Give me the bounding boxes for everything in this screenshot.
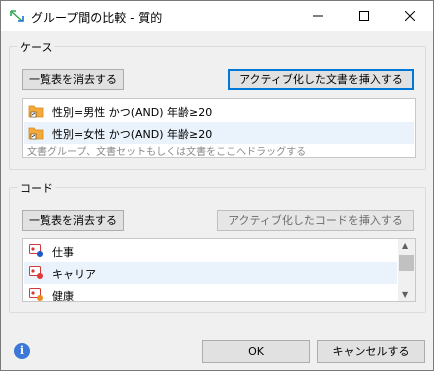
code-icon [29, 266, 43, 279]
minimize-button[interactable] [295, 1, 341, 31]
cases-legend: ケース [18, 39, 55, 55]
document-set-label: 性別=女性 かつ(AND) 年齢≥20 [52, 128, 213, 141]
list-item[interactable]: 仕事 [24, 240, 397, 262]
insert-activated-codes-button[interactable]: アクティブ化したコードを挿入する [217, 210, 414, 231]
maximize-icon [359, 11, 369, 21]
dialog-window: グループ間の比較 - 質的 ケース 一覧表を消去する アクティブ化した文書を挿入… [0, 0, 434, 371]
maximize-button[interactable] [341, 1, 387, 31]
list-item[interactable]: 性別=男性 かつ(AND) 年齢≥20 [24, 100, 414, 122]
codes-legend: コード [18, 180, 55, 196]
document-set-icon [28, 105, 44, 118]
cases-group: ケース 一覧表を消去する アクティブ化した文書を挿入する 性別=男性 かつ(AN… [9, 39, 426, 170]
list-item[interactable]: 健康 [24, 284, 397, 302]
drop-hint: 文書グループ、文書セットもしくは文書をここへドラッグする [27, 147, 307, 158]
clear-codes-button[interactable]: 一覧表を消去する [22, 210, 124, 231]
scroll-up-icon[interactable]: ▲ [402, 241, 408, 250]
close-icon [405, 11, 415, 21]
code-label: 健康 [52, 290, 74, 302]
document-set-label: 性別=男性 かつ(AND) 年齢≥20 [52, 106, 213, 119]
codes-list[interactable]: 仕事 キャリア 健康 ▲ ▼ [22, 238, 416, 302]
window-title: グループ間の比較 - 質的 [31, 11, 163, 25]
scroll-down-icon[interactable]: ▼ [402, 290, 408, 299]
cancel-button[interactable]: キャンセルする [317, 340, 425, 363]
code-label: 仕事 [52, 246, 74, 259]
codes-scrollbar[interactable]: ▲ ▼ [398, 239, 415, 301]
minimize-icon [313, 15, 323, 17]
code-label: キャリア [52, 268, 96, 281]
codes-group: コード 一覧表を消去する アクティブ化したコードを挿入する 仕事 キャリア 健康… [9, 180, 426, 313]
list-item[interactable]: 性別=女性 かつ(AND) 年齢≥20 [24, 122, 414, 144]
close-button[interactable] [387, 1, 433, 31]
info-icon[interactable]: i [14, 343, 30, 359]
documents-list[interactable]: 性別=男性 かつ(AND) 年齢≥20 性別=女性 かつ(AND) 年齢≥20 … [22, 98, 416, 158]
list-item[interactable]: キャリア [24, 262, 397, 284]
title-bar: グループ間の比較 - 質的 [1, 1, 433, 31]
ok-button[interactable]: OK [202, 340, 310, 363]
insert-activated-documents-button[interactable]: アクティブ化した文書を挿入する [228, 69, 414, 90]
clear-documents-button[interactable]: 一覧表を消去する [22, 69, 124, 90]
scroll-thumb[interactable] [399, 255, 414, 271]
code-icon [29, 244, 43, 257]
code-icon [29, 288, 43, 301]
app-icon [10, 10, 24, 22]
document-set-icon [28, 127, 44, 140]
